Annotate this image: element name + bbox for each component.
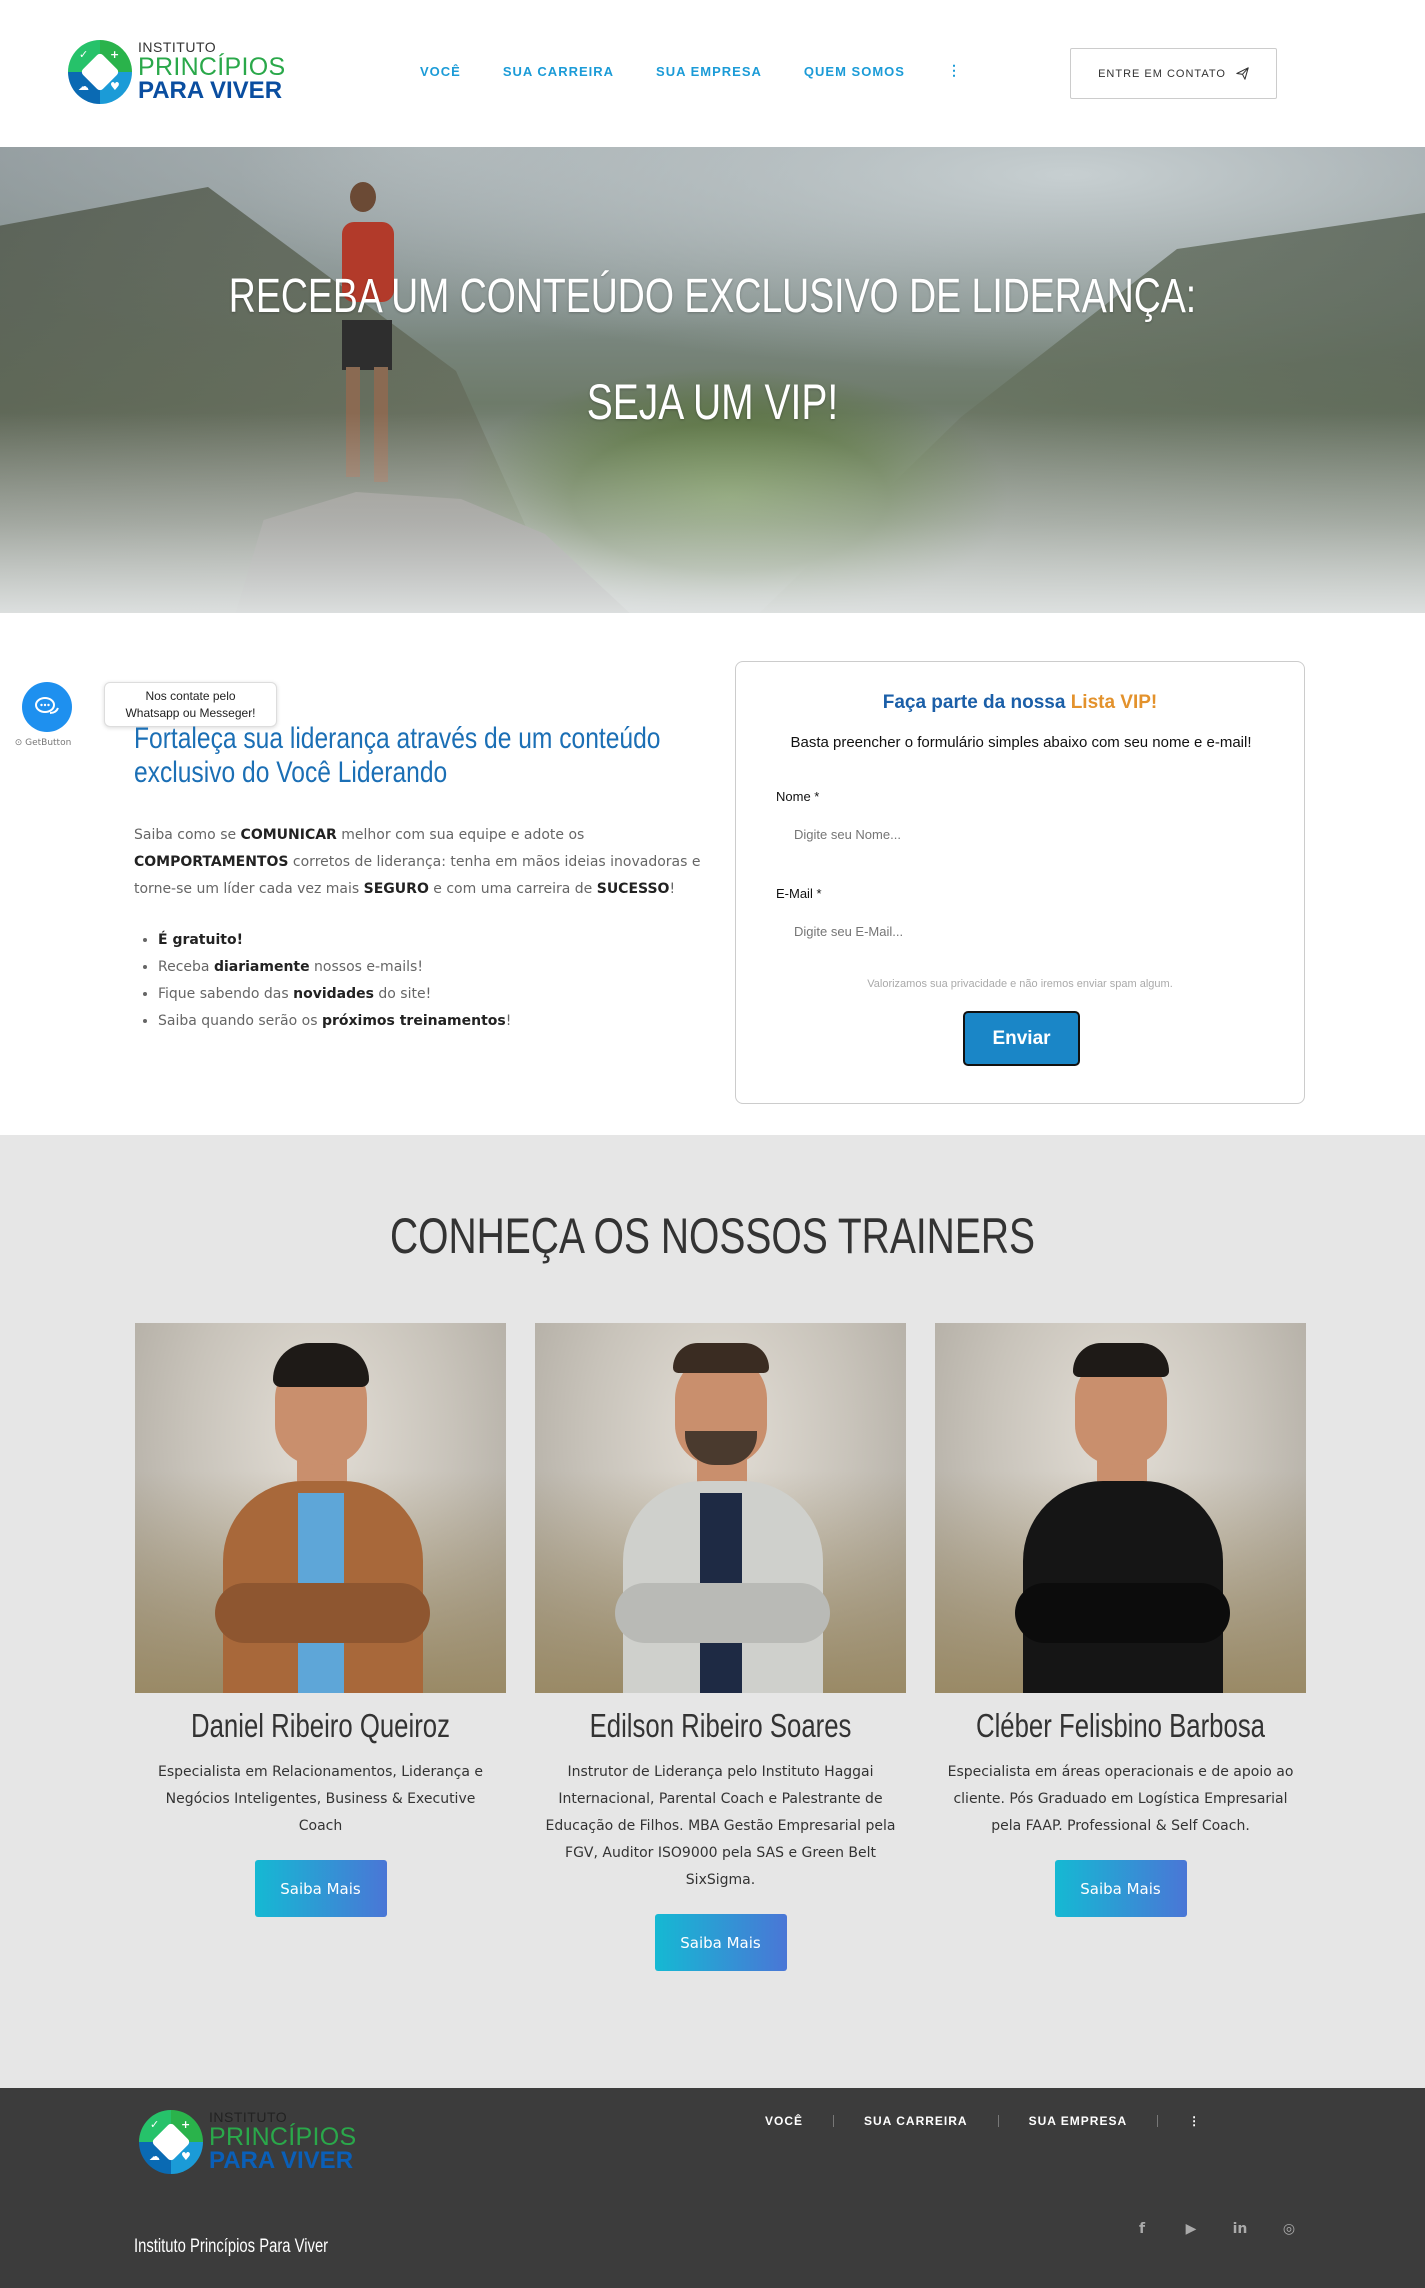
nav-sua-carreira[interactable]: SUA CARREIRA	[503, 64, 614, 79]
hero-banner: RECEBA UM CONTEÚDO EXCLUSIVO DE LIDERANÇ…	[0, 147, 1425, 613]
saiba-mais-button[interactable]: Saiba Mais	[254, 1860, 387, 1917]
divider	[1157, 2115, 1159, 2127]
saiba-mais-button[interactable]: Saiba Mais	[654, 1914, 787, 1971]
privacy-note: Valorizamos sua privacidade e não iremos…	[867, 978, 1173, 990]
submit-button[interactable]: Enviar	[963, 1011, 1080, 1066]
footer-brand: Instituto Princípios Para Viver	[134, 2236, 329, 2257]
site-header: ✓ + ☁ ♥ INSTITUTO PRINCÍPIOS PARA VIVER …	[0, 0, 1425, 147]
chat-tooltip: Nos contate pelo Whatsapp ou Messeger!	[104, 682, 277, 727]
youtube-icon[interactable]: ▶	[1182, 2221, 1200, 2237]
list-item: Receba diariamente nossos e-mails!	[158, 954, 709, 981]
hero-title: RECEBA UM CONTEÚDO EXCLUSIVO DE LIDERANÇ…	[228, 270, 1197, 323]
divider	[997, 2115, 999, 2127]
instagram-icon[interactable]: ◎	[1280, 2221, 1298, 2237]
logo-line-1: INSTITUTO	[209, 2109, 288, 2125]
contact-button[interactable]: ENTRE EM CONTATO	[1070, 48, 1277, 99]
footer-logo[interactable]: ✓ + ☁ ♥ INSTITUTO PRINCÍPIOS PARA VIVER	[139, 2108, 356, 2178]
saiba-mais-button[interactable]: Saiba Mais	[1054, 1860, 1187, 1917]
logo-wordmark: INSTITUTO PRINCÍPIOS PARA VIVER	[138, 40, 285, 103]
trainer-card: Edilson Ribeiro Soares Instrutor de Lide…	[535, 1323, 906, 1971]
vip-benefits-list: É gratuito! Receba diariamente nossos e-…	[134, 927, 709, 1035]
trainer-name: Cléber Felisbino Barbosa	[975, 1707, 1266, 1744]
chat-tooltip-line-1: Nos contate pelo	[145, 689, 236, 703]
facebook-icon[interactable]: f	[1133, 2221, 1151, 2237]
getbutton-chat-widget[interactable]: ⊙ GetButton	[15, 682, 72, 748]
name-input[interactable]	[776, 814, 1266, 854]
contact-button-label: ENTRE EM CONTATO	[1098, 67, 1226, 80]
linkedin-icon[interactable]: in	[1231, 2221, 1249, 2237]
trainer-photo	[935, 1323, 1306, 1693]
footer-logo-wordmark: INSTITUTO PRINCÍPIOS PARA VIVER	[209, 2110, 356, 2173]
list-item: Fique sabendo das novidades do site!	[158, 981, 709, 1008]
divider	[833, 2115, 835, 2127]
email-input[interactable]	[776, 911, 1266, 951]
vip-signup-form: Faça parte da nossa Lista VIP! Basta pre…	[735, 661, 1305, 1104]
email-label: E-Mail *	[776, 886, 822, 901]
trainers-section: CONHEÇA OS NOSSOS TRAINERS Daniel Ribeir…	[0, 1135, 1425, 2088]
trainer-card: Daniel Ribeiro Queiroz Especialista em R…	[135, 1323, 506, 1917]
logo-mark-icon: ✓ + ☁ ♥	[139, 2110, 203, 2174]
vip-heading: Fortaleça sua liderança através de um co…	[134, 722, 661, 789]
trainer-bio: Especialista em áreas operacionais e de …	[947, 1764, 1294, 1834]
footer-nav-sua-empresa[interactable]: SUA EMPRESA	[1029, 2114, 1128, 2128]
trainer-card: Cléber Felisbino Barbosa Especialista em…	[935, 1323, 1306, 1917]
logo-mark-icon: ✓ + ☁ ♥	[68, 40, 132, 104]
trainers-title: CONHEÇA OS NOSSOS TRAINERS	[389, 1208, 1036, 1264]
trainer-bio: Instrutor de Liderança pelo Instituto Ha…	[545, 1764, 896, 1888]
nav-sua-empresa[interactable]: SUA EMPRESA	[656, 64, 762, 79]
trainer-name: Daniel Ribeiro Queiroz	[191, 1707, 450, 1744]
nav-quem-somos[interactable]: QUEM SOMOS	[804, 64, 905, 79]
logo-line-3: PARA VIVER	[138, 77, 283, 104]
form-title: Faça parte da nossa Lista VIP!	[882, 692, 1158, 713]
trainer-photo	[135, 1323, 506, 1693]
paper-plane-icon	[1236, 67, 1249, 80]
trainer-bio: Especialista em Relacionamentos, Lideran…	[158, 1764, 483, 1834]
form-subtitle: Basta preencher o formulário simples aba…	[790, 734, 1252, 751]
vip-description: Saiba como se COMUNICAR melhor com sua e…	[134, 827, 701, 897]
more-menu-icon[interactable]: ⋮	[947, 63, 962, 79]
logo-line-3: PARA VIVER	[209, 2147, 354, 2174]
name-label: Nome *	[776, 789, 820, 804]
trainer-photo	[535, 1323, 906, 1693]
logo-line-1: INSTITUTO	[138, 39, 217, 55]
site-logo[interactable]: ✓ + ☁ ♥ INSTITUTO PRINCÍPIOS PARA VIVER	[68, 38, 285, 108]
nav-voce[interactable]: VOCÊ	[420, 64, 461, 79]
social-links: f ▶ in ◎	[1133, 2221, 1298, 2237]
footer-nav: VOCÊ SUA CARREIRA SUA EMPRESA ⋮	[765, 2114, 1201, 2128]
chat-tooltip-line-2: Whatsapp ou Messeger!	[125, 706, 256, 720]
footer-nav-sua-carreira[interactable]: SUA CARREIRA	[864, 2114, 968, 2128]
trainer-name: Edilson Ribeiro Soares	[589, 1707, 852, 1744]
getbutton-label: ⊙ GetButton	[14, 738, 72, 748]
chat-bubble-icon[interactable]	[22, 682, 72, 732]
footer-nav-voce[interactable]: VOCÊ	[765, 2114, 803, 2128]
list-item: Saiba quando serão os próximos treinamen…	[158, 1008, 709, 1035]
list-item: É gratuito!	[158, 927, 709, 954]
footer-more-menu-icon[interactable]: ⋮	[1188, 2114, 1201, 2128]
hero-subtitle: SEJA UM VIP!	[586, 374, 839, 430]
main-nav: VOCÊ SUA CARREIRA SUA EMPRESA QUEM SOMOS…	[420, 63, 1004, 79]
site-footer: ✓ + ☁ ♥ INSTITUTO PRINCÍPIOS PARA VIVER …	[0, 2088, 1425, 2288]
vip-intro: Fortaleça sua liderança através de um co…	[134, 722, 709, 1035]
